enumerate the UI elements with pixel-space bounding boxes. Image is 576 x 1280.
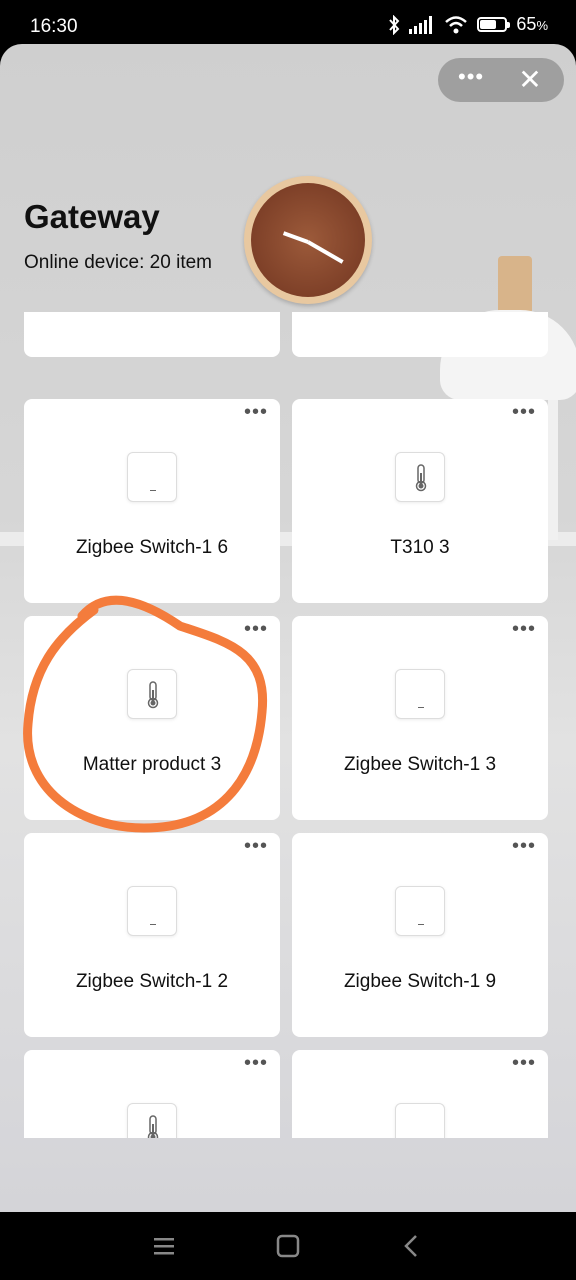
device-card[interactable]: ••• Zigbee Switch-1 3 [292,616,548,820]
back-icon[interactable] [394,1228,430,1264]
device-card[interactable]: ••• Zigbee Switch-1 2 [24,833,280,1037]
device-label: Matter product 3 [82,754,222,775]
page-title: Gateway [24,198,160,235]
wifi-icon [445,15,468,33]
device-card[interactable]: ••• T310 3 [292,399,548,603]
device-label: Zigbee Switch-1 6 [75,537,229,558]
card-more-button[interactable]: ••• [242,402,270,423]
switch-icon [127,886,177,936]
thermometer-icon [395,452,445,502]
thermometer-icon [127,1103,177,1138]
card-more-button[interactable]: ••• [510,836,538,857]
device-card[interactable]: ••• Zigbee Switch-1 6 [24,399,280,603]
device-card[interactable]: ••• Zigbee Switch-1 9 [292,833,548,1037]
thermometer-icon [127,669,177,719]
device-label: Zigbee Switch-1 3 [343,754,497,775]
lamp-image [498,256,532,314]
switch-icon [395,886,445,936]
status-bar: 16:30 65% [0,0,576,44]
status-icons: 65% [388,14,548,35]
clock-time: 16:30 [30,16,78,37]
menu-icon[interactable] [146,1228,182,1264]
signal-icon [409,15,433,34]
card-more-button[interactable]: ••• [510,1053,538,1074]
battery-percent: 65% [516,14,548,34]
switch-icon [395,669,445,719]
gateway-sheet: ••• ✕ Gateway Online device: 20 item •••… [0,44,576,1212]
device-card[interactable]: ••• [24,312,280,357]
system-nav-bar [0,1212,576,1280]
online-device-count: Online device: 20 item [24,252,212,273]
header-action-pill: ••• ✕ [438,58,564,102]
home-icon[interactable] [270,1228,306,1264]
card-more-button[interactable]: ••• [510,402,538,423]
switch-icon [127,452,177,502]
device-label: T310 3 [390,537,450,558]
device-card[interactable]: ••• [292,1050,548,1138]
device-card[interactable]: ••• [24,1050,280,1138]
device-card[interactable]: ••• Matter product 3 [24,616,280,820]
switch-icon [395,1103,445,1138]
device-grid: ••• ••• ••• Zigbee Switch-1 6 ••• T310 3 ••• Ma… [0,312,576,1138]
wall-clock-image [244,176,372,304]
card-more-button[interactable]: ••• [242,836,270,857]
card-more-button[interactable]: ••• [242,1053,270,1074]
card-more-button[interactable]: ••• [242,619,270,640]
battery-icon [477,17,511,32]
device-label: Zigbee Switch-1 2 [75,971,229,992]
device-label: Zigbee Switch-1 9 [343,971,497,992]
more-options-button[interactable]: ••• [458,66,484,92]
close-button[interactable]: ✕ [518,66,542,94]
device-card[interactable]: ••• [292,312,548,357]
bluetooth-icon [389,14,400,35]
card-more-button[interactable]: ••• [510,619,538,640]
